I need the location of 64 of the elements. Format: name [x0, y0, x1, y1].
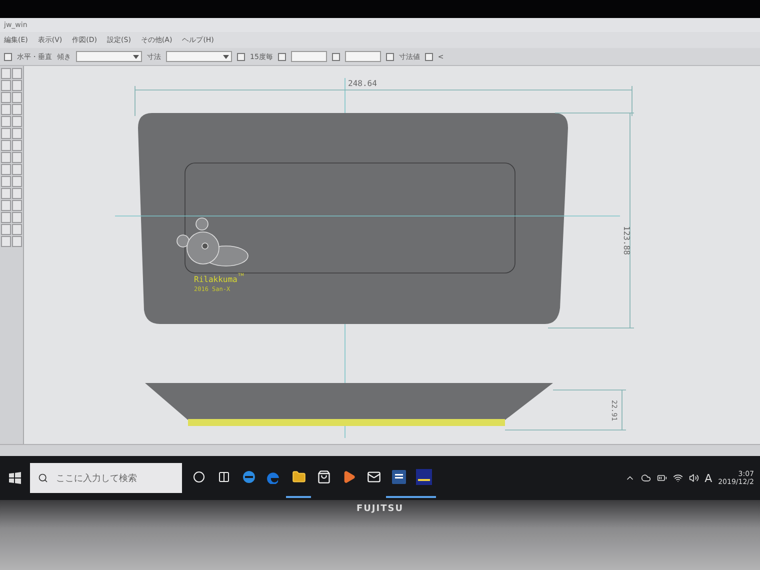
brand-text: FUJITSU	[356, 504, 404, 514]
checkbox[interactable]	[237, 52, 245, 60]
caret-icon	[133, 54, 139, 58]
tool-button[interactable]	[1, 116, 11, 127]
circle-icon	[192, 471, 204, 483]
document-icon	[392, 470, 406, 484]
search-icon	[38, 473, 48, 483]
checkbox[interactable]	[332, 52, 340, 60]
speaker-icon[interactable]	[688, 473, 699, 483]
tool-button[interactable]	[12, 212, 22, 223]
tool-button[interactable]	[1, 236, 11, 247]
tool-button[interactable]	[1, 224, 11, 235]
search-bar[interactable]: ここに入力して検索	[30, 463, 182, 493]
input-field[interactable]	[344, 51, 381, 62]
tool-button[interactable]	[1, 80, 11, 91]
wifi-icon[interactable]	[672, 473, 683, 483]
bear-drawing	[176, 218, 248, 266]
tool-button[interactable]	[1, 176, 11, 187]
shopping-bag-icon	[316, 470, 330, 484]
tool-button[interactable]	[12, 80, 22, 91]
checkbox[interactable]	[386, 52, 394, 60]
tool-button[interactable]	[1, 104, 11, 115]
checkbox[interactable]	[4, 52, 12, 60]
tool-button[interactable]	[1, 200, 11, 211]
dimension-text: 123.88	[622, 226, 631, 255]
cloud-icon[interactable]	[640, 473, 651, 483]
ime-indicator[interactable]: A	[704, 472, 712, 484]
search-field[interactable]: ここに入力して検索	[54, 472, 174, 484]
tool-button[interactable]	[12, 104, 22, 115]
mail-icon	[366, 470, 380, 484]
tool-button[interactable]	[1, 188, 11, 199]
tool-button[interactable]	[1, 152, 11, 163]
tool-button[interactable]	[1, 92, 11, 103]
tool-button[interactable]	[1, 68, 11, 79]
tool-button[interactable]	[12, 116, 22, 127]
app-icon	[416, 469, 432, 485]
play-icon	[342, 470, 356, 484]
windows-logo-icon	[9, 472, 21, 484]
dropdown[interactable]	[166, 51, 232, 62]
tool-button[interactable]	[12, 164, 22, 175]
tool-button[interactable]	[12, 68, 22, 79]
logo-text: Rilakkuma	[194, 275, 238, 284]
checkbox[interactable]	[278, 52, 286, 60]
tool-button[interactable]	[12, 188, 22, 199]
tool-button[interactable]	[12, 176, 22, 187]
tool-button[interactable]	[12, 140, 22, 151]
tool-button[interactable]	[12, 128, 22, 139]
tool-button[interactable]	[1, 140, 11, 151]
input-field[interactable]	[290, 51, 327, 62]
caret-icon	[223, 54, 229, 58]
tool-button[interactable]	[12, 200, 22, 211]
folder-icon	[292, 470, 306, 484]
tool-button[interactable]	[12, 152, 22, 163]
tool-button[interactable]	[12, 224, 22, 235]
dimension-text: 248.64	[348, 79, 377, 88]
tool-button[interactable]	[12, 236, 22, 247]
battery-icon[interactable]	[656, 473, 667, 483]
tool-button[interactable]	[1, 128, 11, 139]
task-view-icon	[218, 471, 230, 483]
tool-button[interactable]	[1, 164, 11, 175]
checkbox[interactable]	[424, 52, 433, 60]
tool-button[interactable]	[1, 212, 11, 223]
dropdown[interactable]	[76, 51, 142, 62]
tool-button[interactable]	[12, 92, 22, 103]
